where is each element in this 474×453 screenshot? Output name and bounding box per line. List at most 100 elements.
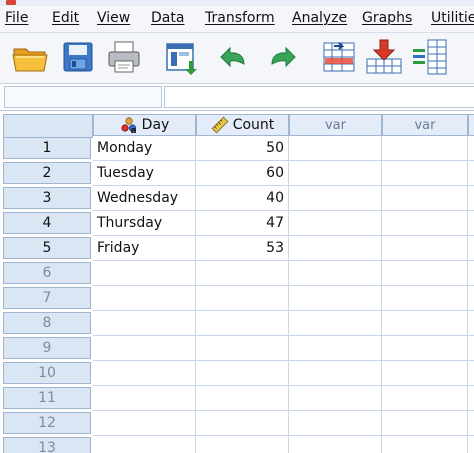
cell-var-2[interactable]	[382, 186, 468, 211]
column-header-count[interactable]: Count	[196, 114, 289, 136]
cell-count[interactable]	[196, 411, 289, 436]
cell-count[interactable]: 60	[196, 161, 289, 186]
cell-var-3[interactable]	[468, 411, 474, 436]
cell-var-1[interactable]	[289, 311, 382, 336]
cell-count[interactable]	[196, 436, 289, 453]
cell-var-3[interactable]	[468, 136, 474, 161]
open-folder-icon[interactable]	[10, 37, 50, 77]
cell-var-2[interactable]	[382, 236, 468, 261]
cell-var-2[interactable]	[382, 336, 468, 361]
undo-icon[interactable]	[214, 37, 254, 77]
cell-var-3[interactable]	[468, 336, 474, 361]
cell-var-3[interactable]	[468, 161, 474, 186]
cell-day[interactable]	[93, 386, 196, 411]
row-header-10[interactable]: 10	[3, 362, 91, 384]
menu-graphs[interactable]: Graphs	[362, 10, 412, 26]
cell-day[interactable]	[93, 261, 196, 286]
cell-var-2[interactable]	[382, 411, 468, 436]
cell-var-1[interactable]	[289, 186, 382, 211]
cell-var-1[interactable]	[289, 211, 382, 236]
cell-day[interactable]: Thursday	[93, 211, 196, 236]
cell-count[interactable]	[196, 286, 289, 311]
redo-icon[interactable]	[262, 37, 302, 77]
cell-day[interactable]: Wednesday	[93, 186, 196, 211]
row-header-9[interactable]: 9	[3, 337, 91, 359]
cell-count[interactable]: 50	[196, 136, 289, 161]
cell-var-1[interactable]	[289, 386, 382, 411]
cell-day[interactable]: Friday	[93, 236, 196, 261]
cell-day[interactable]	[93, 436, 196, 453]
row-header-7[interactable]: 7	[3, 287, 91, 309]
row-header-5[interactable]: 5	[3, 237, 91, 259]
cell-reference-field[interactable]	[4, 86, 162, 108]
row-header-12[interactable]: 12	[3, 412, 91, 434]
variables-icon[interactable]	[410, 37, 450, 77]
cell-count[interactable]	[196, 386, 289, 411]
column-header-var-1[interactable]: var	[289, 114, 382, 136]
row-header-13[interactable]: 13	[3, 437, 91, 453]
column-header-var-2[interactable]: var	[382, 114, 468, 136]
cell-var-2[interactable]	[382, 311, 468, 336]
cell-var-1[interactable]	[289, 436, 382, 453]
menu-file[interactable]: File	[5, 10, 28, 26]
cell-var-1[interactable]	[289, 286, 382, 311]
cell-day[interactable]	[93, 311, 196, 336]
menu-utilities[interactable]: Utilities	[431, 10, 474, 26]
cell-var-1[interactable]	[289, 236, 382, 261]
cell-var-3[interactable]	[468, 211, 474, 236]
dialog-recall-icon[interactable]	[162, 37, 202, 77]
column-header-day[interactable]: a Day	[93, 114, 196, 136]
grid-corner[interactable]	[3, 114, 93, 138]
cell-var-1[interactable]	[289, 361, 382, 386]
cell-var-3[interactable]	[468, 361, 474, 386]
menu-analyze[interactable]: Analyze	[292, 10, 347, 26]
cell-var-2[interactable]	[382, 286, 468, 311]
cell-var-2[interactable]	[382, 211, 468, 236]
save-icon[interactable]	[58, 37, 98, 77]
cell-day[interactable]	[93, 411, 196, 436]
cell-var-2[interactable]	[382, 261, 468, 286]
cell-var-1[interactable]	[289, 336, 382, 361]
cell-value-field[interactable]	[164, 86, 474, 108]
menu-edit[interactable]: Edit	[52, 10, 79, 26]
menu-data[interactable]: Data	[151, 10, 184, 26]
menu-view[interactable]: View	[97, 10, 130, 26]
cell-day[interactable]: Tuesday	[93, 161, 196, 186]
cell-day[interactable]: Monday	[93, 136, 196, 161]
row-header-2[interactable]: 2	[3, 162, 91, 184]
row-header-4[interactable]: 4	[3, 212, 91, 234]
cell-var-2[interactable]	[382, 386, 468, 411]
cell-var-1[interactable]	[289, 161, 382, 186]
cell-var-2[interactable]	[382, 136, 468, 161]
cell-var-3[interactable]	[468, 436, 474, 453]
cell-day[interactable]	[93, 361, 196, 386]
cell-count[interactable]: 47	[196, 211, 289, 236]
cell-var-3[interactable]	[468, 386, 474, 411]
cell-var-2[interactable]	[382, 361, 468, 386]
cell-count[interactable]	[196, 336, 289, 361]
cell-var-2[interactable]	[382, 161, 468, 186]
menu-transform[interactable]: Transform	[205, 10, 275, 26]
cell-count[interactable]: 53	[196, 236, 289, 261]
cell-count[interactable]: 40	[196, 186, 289, 211]
goto-case-icon[interactable]	[320, 37, 360, 77]
cell-count[interactable]	[196, 361, 289, 386]
cell-var-1[interactable]	[289, 136, 382, 161]
cell-count[interactable]	[196, 261, 289, 286]
cell-count[interactable]	[196, 311, 289, 336]
cell-var-3[interactable]	[468, 311, 474, 336]
cell-var-3[interactable]	[468, 186, 474, 211]
goto-variable-icon[interactable]	[364, 37, 404, 77]
row-header-3[interactable]: 3	[3, 187, 91, 209]
row-header-11[interactable]: 11	[3, 387, 91, 409]
cell-var-3[interactable]	[468, 286, 474, 311]
column-header-var-3[interactable]	[468, 114, 474, 136]
cell-var-1[interactable]	[289, 261, 382, 286]
row-header-8[interactable]: 8	[3, 312, 91, 334]
print-icon[interactable]	[104, 37, 144, 77]
cell-var-3[interactable]	[468, 236, 474, 261]
cell-var-3[interactable]	[468, 261, 474, 286]
row-header-6[interactable]: 6	[3, 262, 91, 284]
cell-day[interactable]	[93, 286, 196, 311]
row-header-1[interactable]: 1	[3, 137, 91, 159]
